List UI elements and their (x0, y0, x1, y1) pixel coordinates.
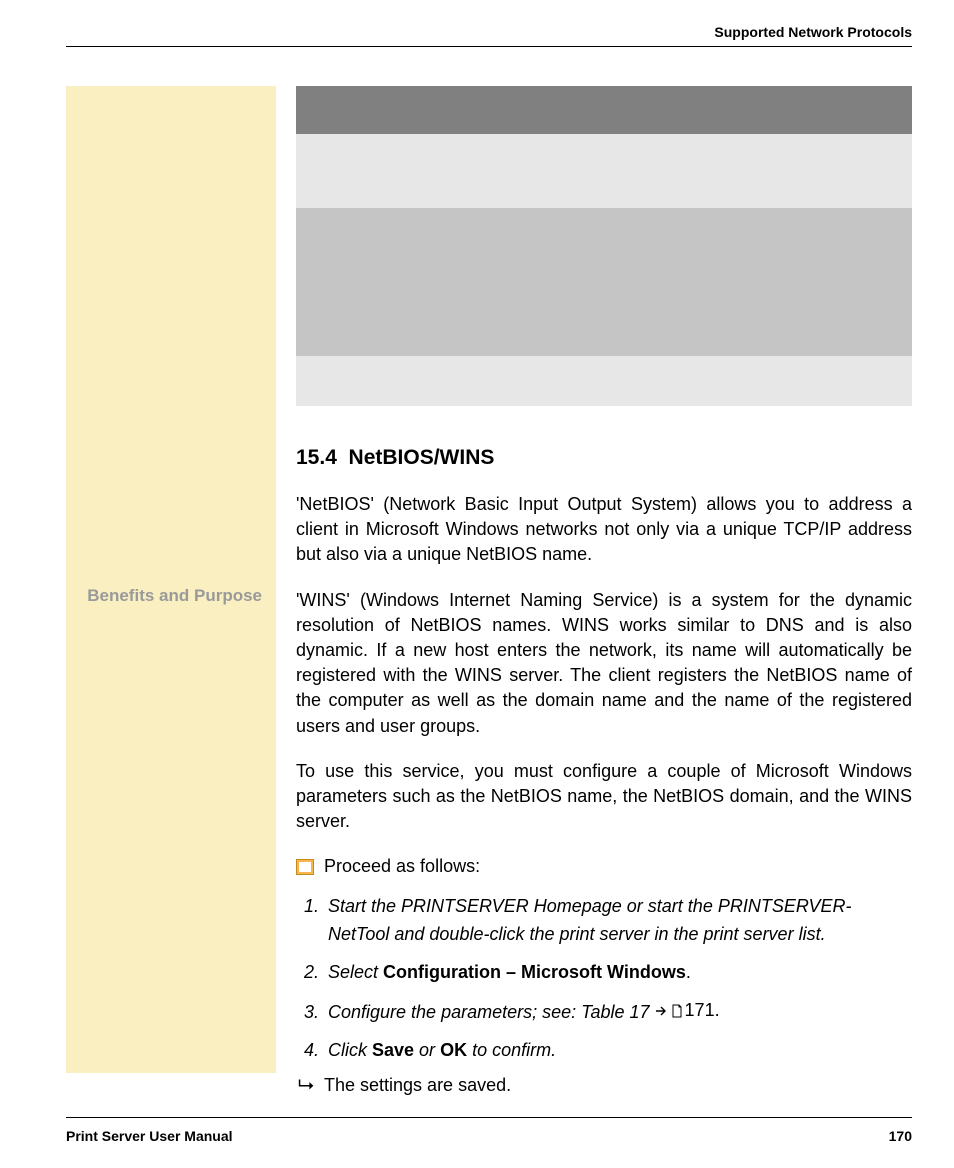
footer-doc-title: Print Server User Manual (66, 1128, 233, 1144)
section-number: 15.4 (296, 446, 337, 469)
figure-bar-light-1 (296, 134, 912, 208)
step-1: Start the PRINTSERVER Homepage or start … (324, 893, 912, 949)
cross-reference: 171. (655, 997, 720, 1025)
page: Supported Network Protocols Benefits and… (0, 0, 954, 1168)
step-4-ok: OK (440, 1040, 467, 1060)
result-arrow-icon: ⮡ (298, 1075, 314, 1096)
step-4-pre: Click (328, 1040, 372, 1060)
step-4-mid: or (414, 1040, 440, 1060)
figure-bar-mid (296, 208, 912, 356)
paragraph-config-note: To use this service, you must configure … (296, 759, 912, 835)
running-header: Supported Network Protocols (66, 24, 912, 40)
procedure-list: Start the PRINTSERVER Homepage or start … (296, 893, 912, 1064)
page-icon (671, 1004, 683, 1018)
proceed-icon (296, 859, 314, 875)
margin-label-benefits: Benefits and Purpose (80, 583, 262, 609)
step-3: Configure the parameters; see: Table 17 … (324, 997, 912, 1027)
figure-bar-dark (296, 86, 912, 134)
figure-placeholder (296, 86, 912, 406)
figure-bar-light-2 (296, 356, 912, 406)
section-title-text: NetBIOS/WINS (349, 446, 495, 469)
step-2-post: . (686, 962, 691, 982)
result-text: The settings are saved. (324, 1075, 511, 1096)
footer: Print Server User Manual 170 (66, 1128, 912, 1144)
paragraph-intro: 'NetBIOS' (Network Basic Input Output Sy… (296, 492, 912, 568)
step-2: Select Configuration – Microsoft Windows… (324, 959, 912, 987)
step-4-save: Save (372, 1040, 414, 1060)
proceed-row: Proceed as follows: (296, 856, 912, 877)
paragraph-wins: 'WINS' (Windows Internet Naming Service)… (296, 588, 912, 739)
step-4: Click Save or OK to confirm. (324, 1037, 912, 1065)
footer-page-number: 170 (889, 1128, 912, 1144)
footer-rule (66, 1117, 912, 1118)
step-2-pre: Select (328, 962, 383, 982)
header-rule (66, 46, 912, 47)
result-row: ⮡ The settings are saved. (296, 1075, 912, 1096)
proceed-label: Proceed as follows: (324, 856, 480, 877)
section-heading: 15.4 NetBIOS/WINS (296, 446, 912, 470)
ref-page-number: 171. (685, 997, 720, 1025)
sidebar-band (66, 86, 276, 1073)
step-4-post: to confirm. (467, 1040, 556, 1060)
arrow-right-icon (655, 1004, 669, 1018)
content-area: 15.4 NetBIOS/WINS 'NetBIOS' (Network Bas… (296, 86, 912, 1096)
step-3-text: Configure the parameters; see: Table 17 (328, 1002, 650, 1022)
step-2-path: Configuration – Microsoft Windows (383, 962, 686, 982)
